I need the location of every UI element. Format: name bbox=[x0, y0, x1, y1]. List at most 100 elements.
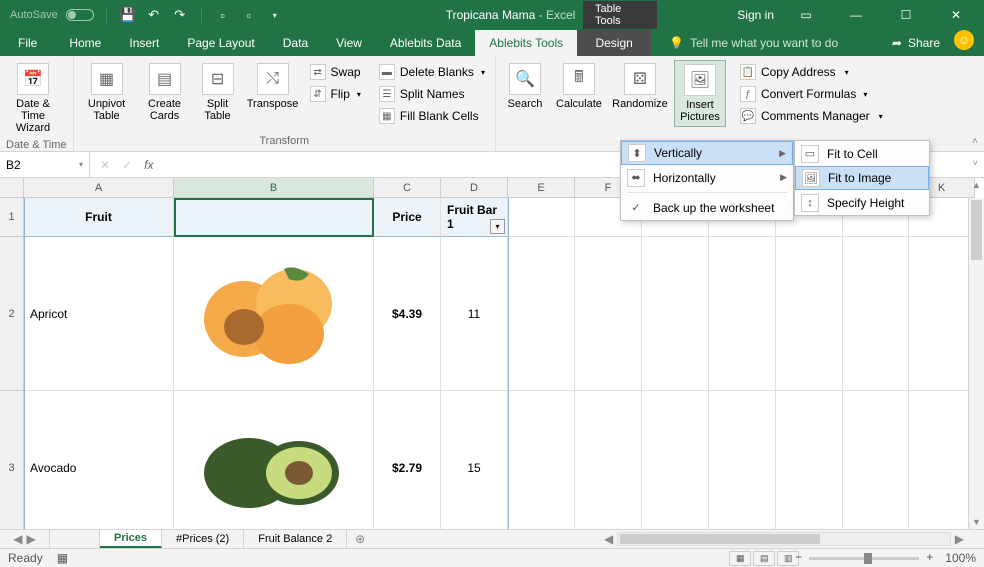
cell-bar-0[interactable]: 11 bbox=[441, 237, 508, 391]
feedback-smiley-icon[interactable]: ☺ bbox=[954, 30, 974, 50]
row-header-2[interactable]: 2 bbox=[0, 237, 24, 391]
close-icon[interactable]: ✕ bbox=[938, 0, 974, 30]
header-fruit[interactable]: Fruit bbox=[24, 198, 174, 237]
tell-me-search[interactable]: 💡 Tell me what you want to do bbox=[651, 30, 878, 56]
empty-cell[interactable] bbox=[575, 237, 642, 391]
cancel-formula-icon[interactable]: ✕ bbox=[100, 158, 110, 172]
empty-cell[interactable] bbox=[575, 391, 642, 545]
maximize-icon[interactable]: ☐ bbox=[888, 0, 924, 30]
tab-file[interactable]: File bbox=[0, 30, 55, 56]
menuitem-specify-height[interactable]: ↕ Specify Height bbox=[795, 190, 929, 215]
macro-record-icon[interactable]: ▦ bbox=[57, 551, 68, 565]
zoom-level[interactable]: 100% bbox=[945, 551, 976, 565]
sheet-nav-arrows[interactable]: ◀▶ bbox=[0, 530, 50, 548]
sheet-tab-fruit-balance[interactable]: Fruit Balance 2 bbox=[244, 530, 347, 548]
tab-design[interactable]: Design bbox=[577, 30, 651, 56]
search-button[interactable]: 🔍Search bbox=[502, 60, 548, 113]
enter-formula-icon[interactable]: ✓ bbox=[122, 158, 132, 172]
new-sheet-button[interactable]: ⊕ bbox=[347, 530, 373, 548]
insert-pictures-button[interactable]: 🖼Insert Pictures bbox=[674, 60, 726, 127]
convert-formulas-button[interactable]: ƒConvert Formulas▾ bbox=[736, 84, 887, 104]
autosave-toggle[interactable] bbox=[66, 9, 94, 21]
zoom-slider[interactable] bbox=[809, 557, 919, 560]
empty-cell[interactable] bbox=[843, 391, 909, 545]
ribbon-display-icon[interactable]: ▭ bbox=[788, 0, 824, 30]
empty-cell[interactable] bbox=[709, 391, 776, 545]
name-box-input[interactable] bbox=[6, 158, 56, 172]
empty-cell[interactable] bbox=[709, 237, 776, 391]
split-table-button[interactable]: ⊟Split Table bbox=[196, 60, 240, 125]
tab-home[interactable]: Home bbox=[55, 30, 115, 56]
comments-manager-button[interactable]: 💬Comments Manager▾ bbox=[736, 106, 887, 126]
date-time-wizard-button[interactable]: 📅 Date & Time Wizard bbox=[6, 60, 60, 137]
col-header-C[interactable]: C bbox=[374, 178, 441, 198]
delete-blanks-button[interactable]: ▬Delete Blanks▾ bbox=[375, 62, 489, 82]
sheet-tab-prices[interactable]: Prices bbox=[100, 530, 162, 548]
unpivot-table-button[interactable]: ▦Unpivot Table bbox=[80, 60, 134, 125]
fill-blank-button[interactable]: ▦Fill Blank Cells bbox=[375, 106, 489, 126]
col-header-A[interactable]: A bbox=[24, 178, 174, 198]
redo-icon[interactable]: ↷ bbox=[171, 6, 189, 24]
cell-price-1[interactable]: $2.79 bbox=[374, 391, 441, 545]
transpose-button[interactable]: ⤭Transpose bbox=[244, 60, 302, 113]
fx-icon[interactable]: fx bbox=[144, 158, 153, 172]
empty-cell[interactable] bbox=[508, 391, 575, 545]
copy-address-button[interactable]: 📋Copy Address▾ bbox=[736, 62, 887, 82]
split-names-button[interactable]: ☰Split Names bbox=[375, 84, 489, 104]
empty-cell[interactable] bbox=[776, 237, 843, 391]
menuitem-backup[interactable]: ✓ Back up the worksheet bbox=[621, 195, 793, 220]
qat-icon-1[interactable]: ▫ bbox=[214, 6, 232, 24]
cell-price-0[interactable]: $4.39 bbox=[374, 237, 441, 391]
sign-in-link[interactable]: Sign in bbox=[737, 8, 774, 22]
cell-image-1[interactable] bbox=[174, 391, 374, 545]
tab-page-layout[interactable]: Page Layout bbox=[173, 30, 268, 56]
flip-button[interactable]: ⇵Flip▾ bbox=[306, 84, 365, 104]
menuitem-fit-to-image[interactable]: 🖼 Fit to Image bbox=[795, 166, 929, 190]
calculate-button[interactable]: 🖩Calculate bbox=[552, 60, 606, 113]
filter-dropdown-icon[interactable]: ▾ bbox=[490, 219, 505, 234]
swap-button[interactable]: ⇄Swap bbox=[306, 62, 365, 82]
empty-cell[interactable] bbox=[776, 391, 843, 545]
header-b-selected[interactable] bbox=[174, 198, 374, 237]
save-icon[interactable]: 💾 bbox=[119, 6, 137, 24]
sheet-tab-prices2[interactable]: #Prices (2) bbox=[162, 530, 244, 548]
empty-cell[interactable] bbox=[642, 391, 709, 545]
minimize-icon[interactable]: — bbox=[838, 0, 874, 30]
cell-fruit-0[interactable]: Apricot bbox=[24, 237, 174, 391]
empty-cell[interactable] bbox=[508, 237, 575, 391]
cell-bar-1[interactable]: 15 bbox=[441, 391, 508, 545]
menuitem-horizontally[interactable]: ⬌ Horizontally ▶ bbox=[621, 165, 793, 190]
vertical-scrollbar[interactable]: ▲ ▼ bbox=[968, 198, 984, 529]
name-box[interactable]: ▾ bbox=[0, 152, 90, 177]
header-price[interactable]: Price bbox=[374, 198, 441, 237]
undo-icon[interactable]: ↶ bbox=[145, 6, 163, 24]
share-button[interactable]: ➦ Share bbox=[878, 30, 954, 56]
create-cards-button[interactable]: ▤Create Cards bbox=[138, 60, 192, 125]
col-header-B[interactable]: B bbox=[174, 178, 374, 198]
row-header-1[interactable]: 1 bbox=[0, 198, 24, 237]
view-normal-icon[interactable]: ▦ bbox=[729, 551, 751, 566]
row-header-3[interactable]: 3 bbox=[0, 391, 24, 545]
select-all-corner[interactable] bbox=[0, 178, 24, 198]
empty-cell[interactable] bbox=[843, 237, 909, 391]
menuitem-vertically[interactable]: ⬍ Vertically ▶ bbox=[621, 141, 793, 165]
randomize-button[interactable]: ⚄Randomize bbox=[610, 60, 670, 113]
cell-image-0[interactable] bbox=[174, 237, 374, 391]
empty-cell[interactable] bbox=[642, 237, 709, 391]
cell-fruit-1[interactable]: Avocado bbox=[24, 391, 174, 545]
tab-ablebits-data[interactable]: Ablebits Data bbox=[376, 30, 475, 56]
empty-cell[interactable] bbox=[909, 391, 975, 545]
tab-data[interactable]: Data bbox=[269, 30, 322, 56]
qat-dropdown-icon[interactable]: ▾ bbox=[266, 6, 284, 24]
expand-formula-bar-icon[interactable]: ˅ bbox=[973, 158, 978, 168]
view-page-layout-icon[interactable]: ▤ bbox=[753, 551, 775, 566]
horizontal-scrollbar[interactable]: ◀ ▶ bbox=[600, 529, 968, 548]
tab-view[interactable]: View bbox=[322, 30, 376, 56]
menuitem-fit-to-cell[interactable]: ▭ Fit to Cell bbox=[795, 141, 929, 166]
qat-icon-2[interactable]: ▫ bbox=[240, 6, 258, 24]
col-header-D[interactable]: D bbox=[441, 178, 508, 198]
collapse-ribbon-icon[interactable]: ˄ bbox=[972, 136, 978, 147]
empty-header[interactable] bbox=[508, 198, 575, 237]
tab-ablebits-tools[interactable]: Ablebits Tools bbox=[475, 30, 577, 56]
tab-insert[interactable]: Insert bbox=[115, 30, 173, 56]
